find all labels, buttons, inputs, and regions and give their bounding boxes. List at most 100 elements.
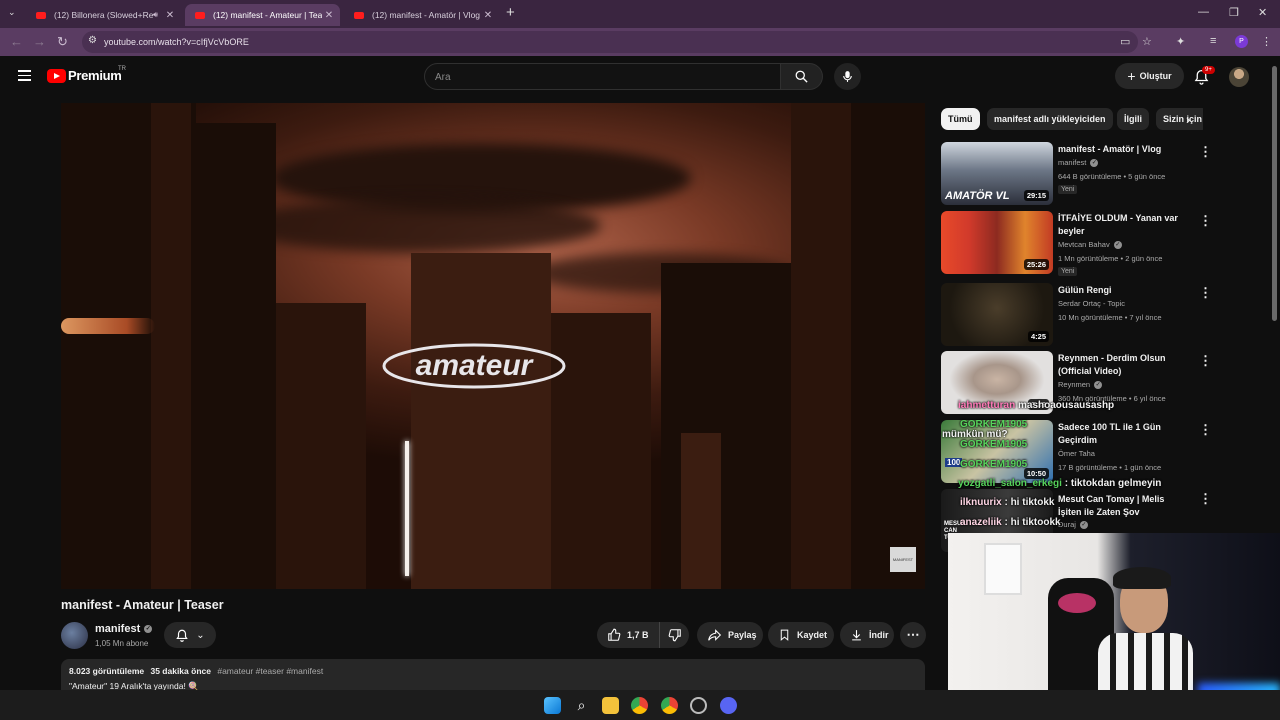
reload-icon[interactable]: ↻ — [57, 34, 68, 50]
logo-text[interactable]: Premium — [68, 68, 122, 83]
site-info-icon[interactable]: ⚙ — [88, 35, 97, 46]
video-player[interactable]: amateur MANIFEST — [61, 103, 925, 589]
chat-message: ilknuurix : hi tiktokk — [960, 497, 1055, 508]
recommendation-item[interactable]: 4:25 Gülün Rengi Serdar Ortaç - Topic 10… — [941, 283, 1212, 347]
voice-search-button[interactable] — [834, 63, 861, 90]
verified-icon: ✓ — [1090, 159, 1099, 168]
browser-tab-2[interactable]: (12) manifest - Amateur | Teaser ✕ — [185, 4, 340, 26]
share-button[interactable]: Paylaş — [697, 622, 763, 648]
download-button[interactable]: İndir — [840, 622, 894, 648]
more-vertical-icon[interactable]: ⋮ — [1199, 422, 1212, 438]
channel-watermark[interactable]: MANIFEST — [890, 547, 916, 572]
recommendation-meta: 1 Mn görüntüleme • 2 gün önce — [1058, 254, 1163, 263]
notification-count-badge: 9+ — [1202, 66, 1215, 74]
hashtags[interactable]: #amateur #teaser #manifest — [217, 666, 323, 676]
verified-icon: ✓ — [1079, 521, 1088, 530]
channel-name[interactable]: manifest ✓ — [95, 623, 153, 635]
cast-icon[interactable]: ▭ — [1120, 35, 1130, 48]
create-label: Oluştur — [1139, 71, 1172, 81]
recommendation-title: İTFAİYE OLDUM - Yanan var beyler — [1058, 213, 1178, 236]
chip-related[interactable]: İlgili — [1117, 108, 1149, 130]
minimize-icon[interactable]: — — [1198, 6, 1209, 18]
new-tab-icon[interactable]: + — [506, 4, 515, 21]
chip-all[interactable]: Tümü — [941, 108, 980, 130]
recommendation-meta: 644 B görüntüleme • 5 gün önce — [1058, 172, 1166, 181]
verified-icon: ✓ — [1113, 241, 1122, 250]
search-icon[interactable]: ⌕ — [573, 697, 590, 714]
like-button[interactable]: 1,7 B — [597, 622, 659, 648]
more-actions-button[interactable]: ⋯ — [900, 622, 926, 648]
more-vertical-icon[interactable]: ⋮ — [1199, 285, 1212, 301]
youtube-favicon-icon — [36, 11, 46, 19]
forward-icon[interactable]: → — [33, 34, 46, 49]
youtube-favicon-icon — [354, 11, 364, 19]
recommendation-channel: Duraj ✓ — [1058, 520, 1088, 530]
microphone-icon — [843, 71, 852, 82]
discord-icon[interactable] — [720, 697, 737, 714]
verified-icon: ✓ — [144, 625, 153, 634]
chevron-right-icon[interactable]: › — [1186, 112, 1190, 127]
recommendation-thumbnail[interactable]: 4:25 — [941, 283, 1053, 346]
chat-message: anazeliik : hi tiktookk — [960, 517, 1061, 528]
chrome-icon[interactable] — [631, 697, 648, 714]
maximize-icon[interactable]: ❐ — [1229, 6, 1239, 19]
new-badge: Yeni — [1058, 185, 1078, 194]
bookmark-icon — [780, 629, 789, 641]
recommendation-thumbnail[interactable]: AMATÖR VL 29:15 — [941, 142, 1053, 205]
browser-tab-3[interactable]: (12) manifest - Amatör | Vlog - YouTube … — [344, 4, 499, 26]
search-button[interactable] — [781, 63, 823, 90]
verified-icon: ✓ — [1094, 381, 1103, 390]
recommendation-item[interactable]: AMATÖR VL 29:15 manifest - Amatör | Vlog… — [941, 142, 1212, 206]
browser-menu-icon[interactable]: ⋮ — [1261, 35, 1272, 48]
youtube-favicon-icon — [195, 11, 205, 19]
close-window-icon[interactable]: ✕ — [1258, 6, 1267, 19]
close-tab-icon[interactable]: ✕ — [163, 10, 177, 21]
extensions-icon[interactable]: ✦ — [1176, 35, 1185, 48]
duration-badge: 29:15 — [1023, 190, 1049, 201]
bookmark-star-icon[interactable]: ☆ — [1142, 35, 1152, 48]
recommendation-title: Sadece 100 TL ile 1 Gün Geçirdim — [1058, 422, 1161, 445]
address-bar[interactable]: ⚙ youtube.com/watch?v=cIfjVcVbORE — [82, 31, 1138, 53]
save-button[interactable]: Kaydet — [768, 622, 834, 648]
account-avatar[interactable] — [1229, 67, 1249, 87]
youtube-logo-icon[interactable] — [47, 69, 66, 83]
browser-toolbar: ← → ↻ ⚙ youtube.com/watch?v=cIfjVcVbORE … — [0, 28, 1280, 56]
chip-from-uploader[interactable]: manifest adlı yükleyiciden — [987, 108, 1113, 130]
create-button[interactable]: + Oluştur — [1115, 63, 1184, 89]
download-icon — [852, 630, 861, 641]
speaker-icon[interactable]: 🔊︎ — [153, 10, 158, 20]
reading-list-icon[interactable]: ≡ — [1210, 35, 1216, 47]
recommendation-channel: Reynmen ✓ — [1058, 380, 1103, 390]
new-badge: Yeni — [1058, 267, 1078, 276]
logo-region: TR — [118, 66, 126, 72]
close-tab-icon[interactable]: ✕ — [322, 10, 336, 21]
recommendation-channel: Serdar Ortaç - Topic — [1058, 299, 1125, 308]
subscription-bell-button[interactable]: ⌄ — [164, 622, 216, 648]
chip-for-you[interactable]: Sizin için — [1156, 108, 1203, 130]
channel-avatar[interactable] — [61, 622, 88, 649]
youtube-header: Premium TR Ara + Oluştur — [0, 56, 1280, 98]
app-icon[interactable] — [690, 697, 707, 714]
search-input[interactable]: Ara — [424, 63, 781, 90]
back-icon[interactable]: ← — [10, 34, 23, 49]
browser-tab-strip: ⌄ (12) Billonera (Slowed+Reverb) 🔊︎ ✕ (1… — [0, 0, 1280, 28]
dislike-button[interactable] — [659, 622, 689, 648]
recommendation-thumbnail[interactable]: 25:26 — [941, 211, 1053, 274]
more-vertical-icon[interactable]: ⋮ — [1199, 213, 1212, 229]
windows-start-icon[interactable] — [544, 697, 561, 714]
profile-avatar[interactable]: P — [1235, 35, 1248, 48]
recommendation-item[interactable]: 25:26 İTFAİYE OLDUM - Yanan var beyler M… — [941, 211, 1212, 276]
tab-search-icon[interactable]: ⌄ — [8, 7, 16, 18]
chrome-active-icon[interactable] — [661, 697, 678, 714]
file-explorer-icon[interactable] — [602, 697, 619, 714]
subscriber-count: 1,05 Mn abone — [95, 639, 149, 648]
menu-icon[interactable] — [18, 70, 31, 81]
recommendation-channel: Mevtcan Bahav ✓ — [1058, 240, 1122, 250]
more-vertical-icon[interactable]: ⋮ — [1199, 353, 1212, 369]
chat-message: yozgatli_salon_erkegi : tiktokdan gelmey… — [958, 478, 1162, 489]
page-scrollbar[interactable] — [1272, 66, 1277, 321]
more-vertical-icon[interactable]: ⋮ — [1199, 491, 1212, 507]
close-tab-icon[interactable]: ✕ — [481, 10, 495, 21]
more-vertical-icon[interactable]: ⋮ — [1199, 144, 1212, 160]
browser-tab-1[interactable]: (12) Billonera (Slowed+Reverb) 🔊︎ ✕ — [26, 4, 181, 26]
